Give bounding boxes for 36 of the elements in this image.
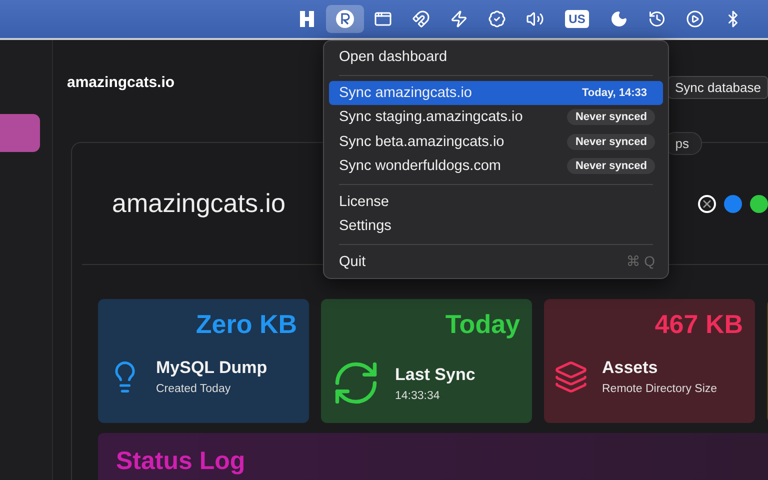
menu-item[interactable]: License <box>329 190 663 214</box>
menu-item[interactable]: Sync beta.amazingcats.io Never synced <box>329 130 663 154</box>
stat-label: MySQL Dump <box>156 358 268 378</box>
site-title: amazingcats.io <box>67 74 175 91</box>
menu-item-label: License <box>339 194 389 210</box>
stat-value: 467 KB <box>654 309 743 340</box>
stat-label: Last Sync <box>395 364 476 384</box>
sync-status: Today, 14:33 <box>580 86 648 101</box>
sync-status: Never synced <box>567 158 655 174</box>
menu-item-label: Settings <box>339 218 392 234</box>
input-source[interactable]: US <box>564 10 590 28</box>
shortcut-hint: ⌘ Q <box>626 253 655 270</box>
menu-item-label: Open dashboard <box>339 49 448 66</box>
stat-detail: 14:33:34 <box>395 390 441 402</box>
menu-bar-item[interactable]: US <box>554 5 600 33</box>
menu-item[interactable]: Sync staging.amazingcats.io Never synced <box>329 105 663 130</box>
stat-detail: Created Today <box>156 383 232 395</box>
menu-item-label: Sync amazingcats.io <box>339 84 472 101</box>
menu-item[interactable]: Sync wonderfuldogs.com Never synced <box>329 154 663 178</box>
menu-item-label: Sync wonderfuldogs.com <box>339 158 501 174</box>
stat-detail: Remote Directory Size <box>602 383 718 395</box>
sync-status: Never synced <box>567 109 655 126</box>
menu-item-label: Sync staging.amazingcats.io <box>339 109 523 126</box>
stat-value: Zero KB <box>196 309 297 340</box>
menu-item[interactable]: Sync amazingcats.io Today, 14:33 <box>329 80 663 105</box>
menu-item-label: Sync beta.amazingcats.io <box>339 134 504 150</box>
status-log-title: Status Log <box>116 447 246 475</box>
panel-title: amazingcats.io <box>112 188 286 219</box>
stat-value: Today <box>445 309 520 340</box>
sync-status: Never synced <box>567 134 655 150</box>
menu-item[interactable]: Quit ⌘ Q <box>329 250 663 274</box>
menu-item[interactable]: Settings <box>329 214 663 238</box>
menu-item[interactable]: Open dashboard <box>329 45 663 70</box>
stat-label: Assets <box>602 358 659 378</box>
sync-database-button[interactable]: Sync database <box>668 76 768 99</box>
menu-item-label: Quit <box>339 254 366 270</box>
